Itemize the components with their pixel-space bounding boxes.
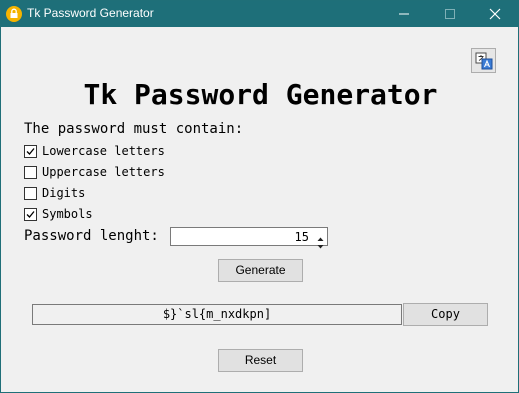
password-output[interactable]: $}`sl{m_nxdkpn] [32,304,402,325]
symbols-label: Symbols [42,207,93,221]
spin-down-button[interactable] [314,236,327,249]
minimize-button[interactable] [381,1,427,27]
close-button[interactable] [472,1,518,27]
checkbox-box[interactable] [24,145,37,158]
checkmark-icon [26,211,35,218]
copy-button[interactable]: Copy [403,303,488,326]
app-window: Tk Password Generator Tk Password Genera… [0,0,519,393]
language-button[interactable] [471,48,496,73]
digits-label: Digits [42,186,86,200]
checkbox-box[interactable] [24,166,37,179]
maximize-button[interactable] [427,1,473,27]
language-translate-icon [475,52,493,70]
length-label: Password lenght: [24,228,159,244]
length-value[interactable]: 15 [295,230,309,244]
minimize-icon [399,13,409,15]
checkmark-icon [26,148,35,155]
title-bar[interactable]: Tk Password Generator [1,1,518,27]
page-title: Tk Password Generator [83,78,438,111]
length-spinbox[interactable]: 15 [170,227,328,249]
padlock-icon [6,6,22,22]
checkbox-box[interactable] [24,208,37,221]
options-label: The password must contain: [24,121,244,137]
uppercase-label: Uppercase letters [42,165,165,179]
lowercase-label: Lowercase letters [42,144,165,158]
maximize-icon [445,9,455,19]
reset-button[interactable]: Reset [218,349,303,372]
window-title: Tk Password Generator [27,6,154,20]
arrow-down-icon [317,245,324,249]
checkbox-box[interactable] [24,187,37,200]
close-icon [489,8,501,20]
generate-button[interactable]: Generate [218,259,303,282]
spin-up-button[interactable] [314,228,327,241]
